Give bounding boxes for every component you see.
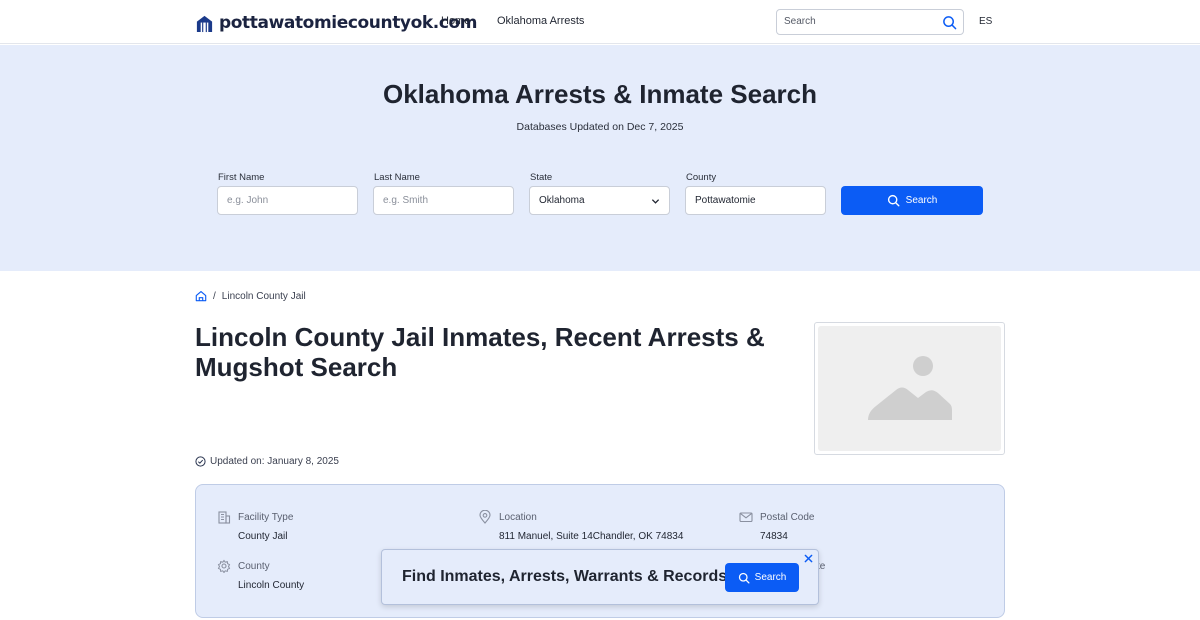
facility-image-placeholder (814, 322, 1005, 455)
info-value: Lincoln County (238, 580, 305, 591)
first-name-field[interactable] (217, 186, 358, 215)
county-label: County (686, 172, 717, 183)
last-name-label: Last Name (374, 172, 420, 183)
nav-home-link[interactable]: Home (441, 15, 470, 27)
popup-headline: Find Inmates, Arrests, Warrants & Record… (402, 568, 728, 585)
hero-search-button[interactable]: Search (841, 186, 983, 215)
state-select[interactable]: Oklahoma (529, 186, 670, 215)
image-placeholder-frame (818, 326, 1001, 451)
building-icon (218, 511, 231, 524)
close-icon[interactable] (804, 554, 813, 563)
popup-search-button-label: Search (754, 572, 787, 583)
last-name-input[interactable] (383, 195, 503, 206)
home-icon[interactable] (195, 290, 207, 302)
envelope-icon (739, 512, 753, 523)
county-field[interactable]: Pottawatomie (685, 186, 826, 215)
updated-date: Updated on: January 8, 2025 (195, 456, 339, 467)
search-icon (738, 572, 750, 584)
site-logo[interactable]: pottawatomiecountyok.com (195, 12, 478, 34)
first-name-input[interactable] (227, 195, 347, 206)
info-value: 811 Manuel, Suite 14Chandler, OK 74834 (499, 531, 684, 542)
breadcrumb-current: Lincoln County Jail (221, 290, 306, 302)
info-value: 74834 (760, 531, 788, 542)
popup-search-button[interactable]: Search (725, 563, 799, 592)
page-title: Lincoln County Jail Inmates, Recent Arre… (195, 322, 765, 382)
county-value: Pottawatomie (695, 195, 756, 206)
hero-search-section: Oklahoma Arrests & Inmate Search Databas… (0, 45, 1200, 271)
chevron-down-icon (651, 199, 660, 204)
header-search-box[interactable] (776, 9, 964, 35)
search-icon (887, 194, 900, 207)
find-records-popup: Find Inmates, Arrests, Warrants & Record… (381, 549, 819, 605)
search-icon[interactable] (942, 15, 957, 30)
state-selected-value: Oklahoma (539, 195, 585, 206)
last-name-field[interactable] (373, 186, 514, 215)
info-label: Location (499, 512, 537, 523)
site-name: pottawatomiecountyok.com (219, 13, 478, 33)
clock-check-icon (195, 456, 206, 467)
database-updated-text: Databases Updated on Dec 7, 2025 (516, 121, 684, 133)
header-search-input[interactable] (784, 16, 934, 27)
location-pin-icon (479, 510, 491, 524)
hero-title: Oklahoma Arrests & Inmate Search (383, 79, 817, 109)
gear-icon (217, 559, 231, 573)
first-name-label: First Name (218, 172, 265, 183)
info-label: Facility Type (238, 512, 294, 523)
info-label: County (238, 561, 270, 572)
language-toggle[interactable]: ES (979, 16, 992, 27)
breadcrumb: / Lincoln County Jail (195, 290, 306, 302)
breadcrumb-separator: / (213, 290, 216, 302)
info-label: Postal Code (760, 512, 815, 523)
top-navbar: pottawatomiecountyok.com Home Oklahoma A… (0, 0, 1200, 44)
updated-date-text: Updated on: January 8, 2025 (210, 456, 339, 467)
state-label: State (530, 172, 553, 183)
house-logo-icon (196, 15, 213, 32)
info-value: County Jail (238, 531, 288, 542)
hero-search-button-label: Search (905, 195, 938, 206)
nav-oklahoma-arrests-link[interactable]: Oklahoma Arrests (497, 15, 584, 27)
image-placeholder-icon (868, 356, 952, 420)
